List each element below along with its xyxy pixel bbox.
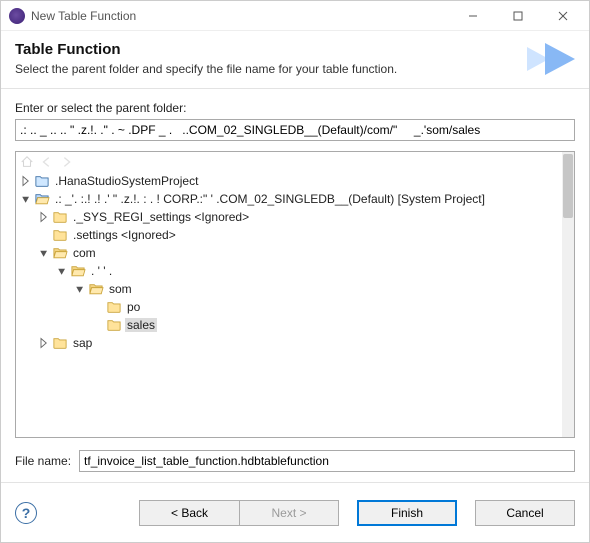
- help-button[interactable]: ?: [15, 502, 37, 524]
- tree-item-label: sap: [71, 336, 94, 350]
- cancel-button[interactable]: Cancel: [475, 500, 575, 526]
- back-button-label: < Back: [171, 506, 208, 520]
- tree-row[interactable]: .HanaStudioSystemProject: [18, 172, 562, 190]
- expander-closed-icon[interactable]: [36, 209, 52, 225]
- tree-row[interactable]: ._SYS_REGI_settings <Ignored>: [18, 208, 562, 226]
- tree-item-label: .: _'. :.! .! .' " .z.!. : . ! CORP.:" '…: [53, 192, 487, 206]
- folder-open-icon: [88, 282, 104, 296]
- expander-open-icon[interactable]: [36, 245, 52, 261]
- tree-item-label: .HanaStudioSystemProject: [53, 174, 200, 188]
- banner-heading: Table Function: [15, 41, 519, 58]
- minimize-icon: [468, 11, 478, 21]
- folder-icon: [52, 210, 68, 224]
- tree-item-label: po: [125, 300, 142, 314]
- expander-open-icon[interactable]: [18, 191, 34, 207]
- filename-label: File name:: [15, 454, 71, 468]
- home-icon[interactable]: [20, 155, 34, 169]
- back-button[interactable]: < Back: [139, 500, 239, 526]
- folder-icon: [106, 300, 122, 314]
- folder-tree[interactable]: .HanaStudioSystemProject .: _'. :.! .! .'…: [18, 172, 562, 435]
- dialog-footer: ? < Back Next > Finish Cancel: [1, 482, 589, 542]
- forward-icon[interactable]: [60, 155, 74, 169]
- folder-open-icon: [70, 264, 86, 278]
- maximize-icon: [513, 11, 523, 21]
- expander-closed-icon[interactable]: [36, 335, 52, 351]
- tree-item-label: com: [71, 246, 98, 260]
- tree-row[interactable]: sales: [18, 316, 562, 334]
- filename-row: File name:: [15, 450, 575, 472]
- next-button: Next >: [239, 500, 339, 526]
- banner-subheading: Select the parent folder and specify the…: [15, 62, 519, 76]
- parent-folder-label: Enter or select the parent folder:: [15, 101, 575, 115]
- cancel-button-label: Cancel: [506, 506, 543, 520]
- expander-none: [36, 227, 52, 243]
- tree-row[interactable]: po: [18, 298, 562, 316]
- expander-open-icon[interactable]: [72, 281, 88, 297]
- expander-open-icon[interactable]: [54, 263, 70, 279]
- finish-button-label: Finish: [391, 506, 423, 520]
- tree-scrollbar[interactable]: [562, 152, 574, 437]
- folder-icon: [52, 228, 68, 242]
- dialog-body: Enter or select the parent folder: .Hana…: [1, 89, 589, 482]
- window-title: New Table Function: [31, 9, 450, 23]
- folder-open-icon: [52, 246, 68, 260]
- titlebar: New Table Function: [1, 1, 589, 31]
- wizard-banner: Table Function Select the parent folder …: [1, 31, 589, 89]
- tree-item-label: sales: [125, 318, 157, 332]
- wizard-arrow-icon: [527, 43, 575, 75]
- expander-closed-icon[interactable]: [18, 173, 34, 189]
- project-closed-icon: [34, 174, 50, 188]
- next-button-label: Next >: [271, 506, 306, 520]
- tree-item-label: . ' ' .: [89, 264, 114, 278]
- back-icon[interactable]: [40, 155, 54, 169]
- tree-row[interactable]: .settings <Ignored>: [18, 226, 562, 244]
- tree-item-label: ._SYS_REGI_settings <Ignored>: [71, 210, 251, 224]
- dialog-window: New Table Function Table Function Select…: [0, 0, 590, 543]
- finish-button[interactable]: Finish: [357, 500, 457, 526]
- folder-icon: [52, 336, 68, 350]
- minimize-button[interactable]: [450, 1, 495, 30]
- tree-row[interactable]: .: _'. :.! .! .' " .z.!. : . ! CORP.:" '…: [18, 190, 562, 208]
- tree-toolbar: [16, 152, 562, 172]
- close-icon: [558, 11, 568, 21]
- filename-input[interactable]: [79, 450, 575, 472]
- expander-none: [90, 317, 106, 333]
- help-icon: ?: [22, 505, 31, 521]
- tree-row[interactable]: sap: [18, 334, 562, 352]
- tree-item-label: .settings <Ignored>: [71, 228, 178, 242]
- maximize-button[interactable]: [495, 1, 540, 30]
- close-button[interactable]: [540, 1, 585, 30]
- tree-row[interactable]: . ' ' .: [18, 262, 562, 280]
- app-icon: [9, 8, 25, 24]
- project-open-icon: [34, 192, 50, 206]
- tree-row[interactable]: som: [18, 280, 562, 298]
- parent-folder-input[interactable]: [15, 119, 575, 141]
- expander-none: [90, 299, 106, 315]
- scrollbar-thumb[interactable]: [563, 154, 573, 218]
- tree-item-label: som: [107, 282, 134, 296]
- tree-row[interactable]: com: [18, 244, 562, 262]
- folder-icon: [106, 318, 122, 332]
- folder-tree-panel: .HanaStudioSystemProject .: _'. :.! .! .'…: [15, 151, 575, 438]
